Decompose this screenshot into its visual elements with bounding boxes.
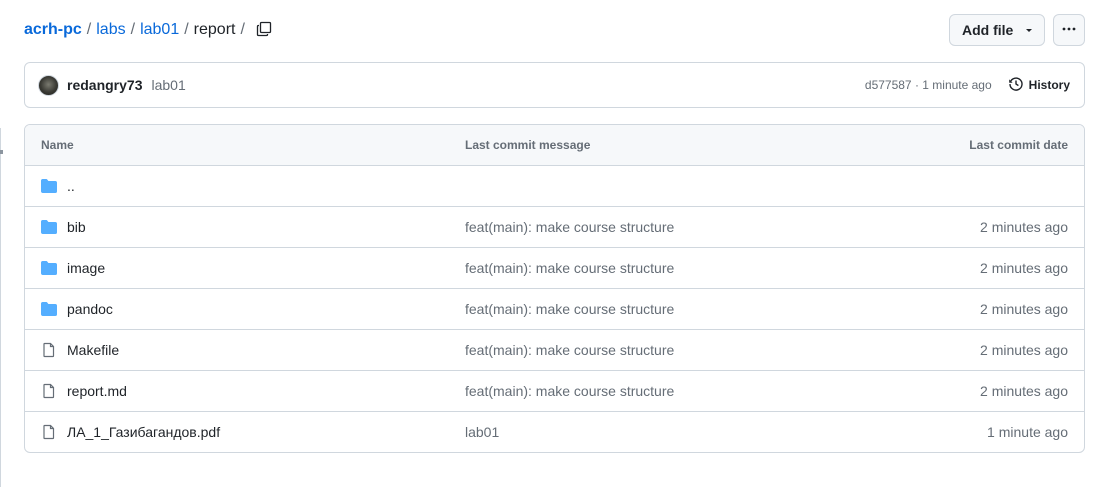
commit-message-link[interactable]: feat(main): make course structure (465, 301, 980, 317)
folder-icon (41, 219, 57, 235)
commit-message-link[interactable]: feat(main): make course structure (465, 219, 980, 235)
header-last-commit-date: Last commit date (969, 138, 1068, 152)
file-name-link[interactable]: pandoc (67, 301, 113, 317)
file-name-link[interactable]: ЛА_1_Газибагандов.pdf (67, 424, 220, 440)
header-last-commit-message: Last commit message (465, 138, 591, 152)
commit-date: 2 minutes ago (980, 301, 1068, 317)
panel-resize-handle[interactable] (0, 150, 3, 154)
caret-down-icon (1024, 22, 1034, 38)
history-button[interactable]: History (1008, 76, 1070, 95)
commit-date: 2 minutes ago (980, 260, 1068, 276)
breadcrumb-separator: / (130, 21, 136, 38)
file-name-link[interactable]: Makefile (67, 342, 119, 358)
file-name-link[interactable]: bib (67, 219, 86, 235)
breadcrumb-separator: / (184, 21, 189, 38)
name-cell: ЛА_1_Газибагандов.pdf (41, 424, 465, 440)
header-bar: acrh-pc / labs / lab01 / report / Add fi… (24, 14, 1085, 46)
commit-message-link[interactable]: feat(main): make course structure (465, 342, 980, 358)
file-table-header: Name Last commit message Last commit dat… (25, 125, 1084, 166)
commit-date: 2 minutes ago (980, 342, 1068, 358)
left-panel-edge (0, 128, 6, 487)
table-row[interactable]: Makefile feat(main): make course structur… (25, 330, 1084, 371)
commit-author[interactable]: redangry73 (67, 77, 142, 93)
avatar[interactable] (38, 74, 59, 96)
folder-icon (41, 260, 57, 276)
header-actions: Add file (949, 14, 1085, 46)
breadcrumb-current: report (193, 21, 236, 38)
table-row[interactable]: report.md feat(main): make course structu… (25, 371, 1084, 412)
name-cell: image (41, 260, 465, 276)
commit-message-link[interactable]: feat(main): make course structure (465, 260, 980, 276)
breadcrumb-separator: / (240, 21, 245, 38)
commit-meta[interactable]: d577587 · 1 minute ago (865, 78, 992, 92)
name-cell: bib (41, 219, 465, 235)
breadcrumb-repo-link[interactable]: acrh-pc (24, 21, 82, 39)
name-cell: Makefile (41, 342, 465, 358)
file-name-link[interactable]: .. (67, 178, 75, 194)
file-table-body: .. bib feat(main): make course structure 2 … (25, 166, 1084, 452)
breadcrumb-separator: / (86, 21, 92, 38)
latest-commit-box: redangry73 lab01 d577587 · 1 minute ago … (24, 62, 1085, 108)
breadcrumb: acrh-pc / labs / lab01 / report / (24, 21, 245, 39)
name-cell: .. (41, 178, 465, 194)
file-icon (41, 342, 57, 358)
commit-message[interactable]: lab01 (151, 77, 185, 93)
table-row[interactable]: image feat(main): make course structure 2 … (25, 248, 1084, 289)
copy-path-button[interactable] (253, 19, 275, 41)
folder-icon (41, 301, 57, 317)
folder-icon (41, 178, 57, 194)
history-label: History (1028, 78, 1070, 92)
commit-date: 2 minutes ago (980, 383, 1068, 399)
header-name: Name (41, 138, 74, 152)
name-cell: report.md (41, 383, 465, 399)
file-name-link[interactable]: report.md (67, 383, 127, 399)
file-icon (41, 424, 57, 440)
history-icon (1008, 76, 1024, 95)
commit-message-link[interactable]: feat(main): make course structure (465, 383, 980, 399)
file-name-link[interactable]: image (67, 260, 105, 276)
table-row[interactable]: bib feat(main): make course structure 2 mi… (25, 207, 1084, 248)
file-icon (41, 383, 57, 399)
more-options-button[interactable] (1053, 14, 1085, 46)
table-row[interactable]: pandoc feat(main): make course structure 2… (25, 289, 1084, 330)
add-file-label: Add file (962, 22, 1014, 38)
commit-message-link[interactable]: lab01 (465, 424, 987, 440)
table-row[interactable]: .. (25, 166, 1084, 207)
copy-icon (256, 21, 272, 40)
breadcrumb-lab01-link[interactable]: lab01 (140, 21, 179, 39)
add-file-button[interactable]: Add file (949, 14, 1045, 46)
table-row[interactable]: ЛА_1_Газибагандов.pdf lab01 1 minute ago (25, 412, 1084, 452)
commit-date: 1 minute ago (987, 424, 1068, 440)
name-cell: pandoc (41, 301, 465, 317)
file-table: Name Last commit message Last commit dat… (24, 124, 1085, 453)
kebab-horizontal-icon (1061, 21, 1077, 40)
breadcrumb-labs-link[interactable]: labs (96, 21, 125, 39)
commit-date: 2 minutes ago (980, 219, 1068, 235)
